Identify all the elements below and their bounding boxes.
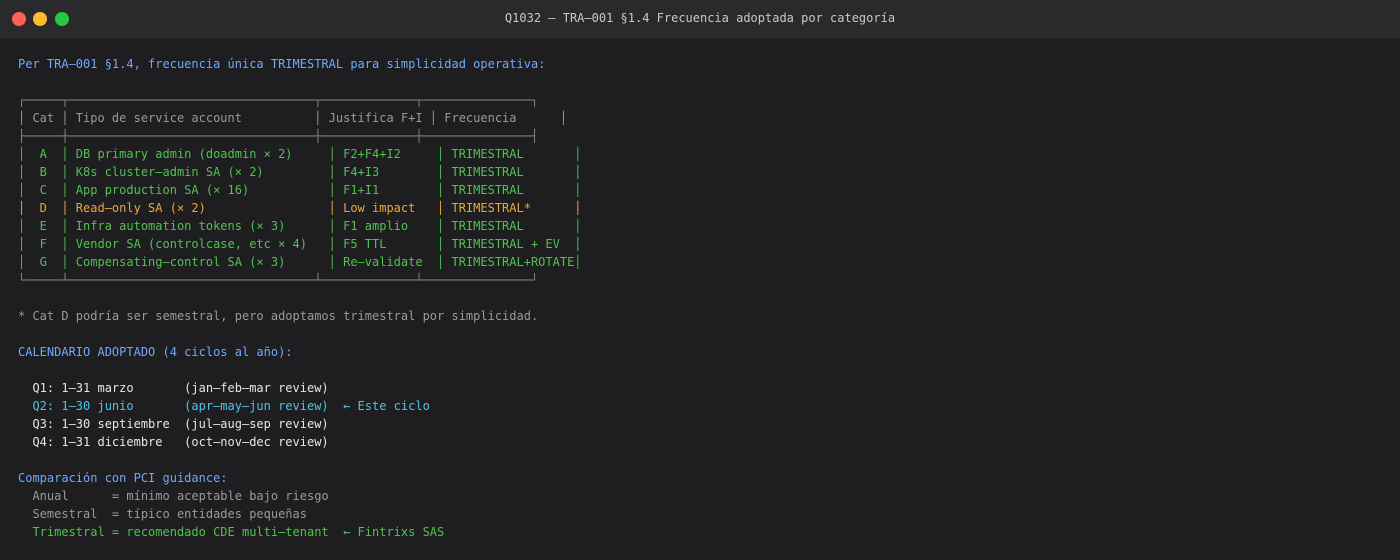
table-top-border: ┌─────┬─────────────────────────────────… — [18, 93, 539, 107]
table-row-highlighted: │ D │ Read—only SA (× 2) │ Low impact │ … — [18, 201, 582, 215]
intro-text: Per TRA—001 §1.4, frecuencia única TRIME… — [18, 57, 546, 71]
table-row: │ E │ Infra automation tokens (× 3) │ F1… — [18, 219, 582, 233]
table-row: │ C │ App production SA (× 16) │ F1+I1 │… — [18, 183, 582, 197]
comparison-item-selected: Trimestral = recomendado CDE multi—tenan… — [18, 525, 445, 539]
table-row: │ G │ Compensating—control SA (× 3) │ Re… — [18, 255, 582, 269]
table-row: │ A │ DB primary admin (doadmin × 2) │ F… — [18, 147, 582, 161]
table-bottom-border: └─────┴─────────────────────────────────… — [18, 273, 539, 287]
window-title: Q1032 — TRA—001 §1.4 Frecuencia adoptada… — [504, 11, 896, 25]
table-separator: ├─────┼─────────────────────────────────… — [18, 129, 539, 143]
comparison-heading: Comparación con PCI guidance: — [18, 471, 228, 485]
footnote: * Cat D podría ser semestral, pero adopt… — [18, 309, 539, 323]
calendar-heading: CALENDARIO ADOPTADO (4 ciclos al año): — [18, 345, 293, 359]
calendar-item-current: Q2: 1—30 junio (apr—may—jun review) ← Es… — [18, 399, 430, 413]
calendar-item: Q1: 1—31 marzo (jan—feb—mar review) — [18, 381, 329, 395]
table-header: │ Cat │ Tipo de service account │ Justif… — [18, 111, 568, 125]
table-row: │ B │ K8s cluster—admin SA (× 2) │ F4+I3… — [18, 165, 582, 179]
window-titlebar: Q1032 — TRA—001 §1.4 Frecuencia adoptada… — [0, 0, 1400, 39]
comparison-item: Anual = mínimo aceptable bajo riesgo — [18, 489, 329, 503]
comparison-item: Semestral = típico entidades pequeñas — [18, 507, 307, 521]
terminal-output[interactable]: Per TRA—001 §1.4, frecuencia única TRIME… — [0, 39, 1400, 560]
table-row: │ F │ Vendor SA (controlcase, etc × 4) │… — [18, 237, 582, 251]
calendar-item: Q4: 1—31 diciembre (oct—nov—dec review) — [18, 435, 329, 449]
calendar-item: Q3: 1—30 septiembre (jul—aug—sep review) — [18, 417, 329, 431]
